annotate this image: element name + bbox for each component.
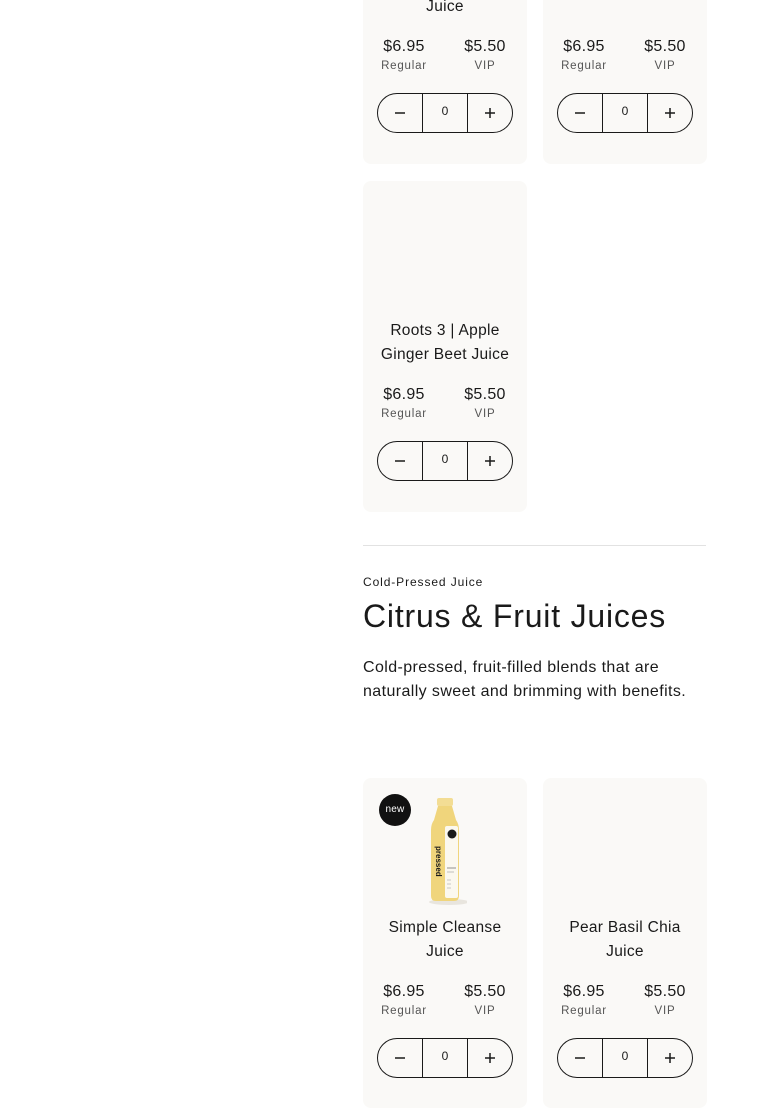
decrease-quantity-button[interactable]	[378, 442, 422, 480]
vip-price: $5.50	[464, 983, 506, 1000]
section-title: Citrus & Fruit Juices	[363, 598, 667, 634]
minus-icon	[575, 1057, 585, 1059]
product-image[interactable]	[543, 778, 707, 908]
product-image[interactable]	[363, 181, 527, 311]
regular-price: $6.95	[383, 386, 425, 403]
regular-price-label: Regular	[381, 60, 427, 72]
quantity-value[interactable]: 0	[602, 94, 648, 132]
regular-price-label: Regular	[381, 1005, 427, 1017]
plus-icon	[665, 108, 675, 118]
product-card[interactable]: new pressed Simple Cleanse Juice $6.95 R…	[363, 778, 527, 1108]
vip-price-label: VIP	[474, 1005, 496, 1017]
quantity-stepper: 0	[557, 1038, 693, 1078]
product-card[interactable]: Roots 3 | Apple Ginger Beet Juice $6.95 …	[363, 181, 527, 512]
vip-price-label: VIP	[474, 60, 496, 72]
increase-quantity-button[interactable]	[468, 94, 512, 132]
vip-price-label: VIP	[654, 1005, 676, 1017]
vip-price-label: VIP	[474, 408, 496, 420]
regular-price-label: Regular	[561, 60, 607, 72]
bottle-brand: pressed	[434, 846, 443, 877]
increase-quantity-button[interactable]	[468, 442, 512, 480]
new-badge: new	[379, 794, 411, 826]
quantity-value[interactable]: 0	[422, 1039, 468, 1077]
quantity-value[interactable]: 0	[422, 94, 468, 132]
vip-price: $5.50	[644, 983, 686, 1000]
minus-icon	[575, 112, 585, 114]
product-name[interactable]: Simple Cleanse Juice	[369, 916, 521, 964]
plus-icon	[665, 1053, 675, 1063]
decrease-quantity-button[interactable]	[558, 94, 602, 132]
product-name[interactable]: Pear Basil Chia Juice	[549, 916, 701, 964]
quantity-stepper: 0	[557, 93, 693, 133]
regular-price: $6.95	[563, 38, 605, 55]
quantity-value[interactable]: 0	[602, 1039, 648, 1077]
minus-icon	[395, 1057, 405, 1059]
plus-icon	[485, 1053, 495, 1063]
section-divider	[363, 545, 706, 546]
plus-icon	[485, 456, 495, 466]
decrease-quantity-button[interactable]	[378, 94, 422, 132]
regular-price: $6.95	[563, 983, 605, 1000]
product-name[interactable]: Juice	[369, 0, 521, 19]
regular-price-label: Regular	[561, 1005, 607, 1017]
vip-price-label: VIP	[654, 60, 676, 72]
plus-icon	[485, 108, 495, 118]
decrease-quantity-button[interactable]	[558, 1039, 602, 1077]
quantity-stepper: 0	[377, 441, 513, 481]
regular-price: $6.95	[383, 983, 425, 1000]
section-eyebrow: Cold-Pressed Juice	[363, 575, 484, 589]
section-description: Cold-pressed, fruit-filled blends that a…	[363, 659, 687, 700]
product-name[interactable]: Roots 3 | Apple Ginger Beet Juice	[369, 319, 521, 367]
minus-icon	[395, 112, 405, 114]
decrease-quantity-button[interactable]	[378, 1039, 422, 1077]
quantity-value[interactable]: 0	[422, 442, 468, 480]
regular-price-label: Regular	[381, 408, 427, 420]
increase-quantity-button[interactable]	[648, 94, 692, 132]
quantity-stepper: 0	[377, 1038, 513, 1078]
product-card[interactable]: $6.95 Regular $5.50 VIP 0	[543, 0, 707, 164]
regular-price: $6.95	[383, 38, 425, 55]
increase-quantity-button[interactable]	[468, 1039, 512, 1077]
product-card[interactable]: Juice $6.95 Regular $5.50 VIP 0	[363, 0, 527, 164]
increase-quantity-button[interactable]	[648, 1039, 692, 1077]
vip-price: $5.50	[464, 386, 506, 403]
vip-price: $5.50	[464, 38, 506, 55]
minus-icon	[395, 460, 405, 462]
vip-price: $5.50	[644, 38, 686, 55]
quantity-stepper: 0	[377, 93, 513, 133]
juice-bottle-icon[interactable]: pressed	[423, 796, 467, 906]
product-card[interactable]: Pear Basil Chia Juice $6.95 Regular $5.5…	[543, 778, 707, 1108]
